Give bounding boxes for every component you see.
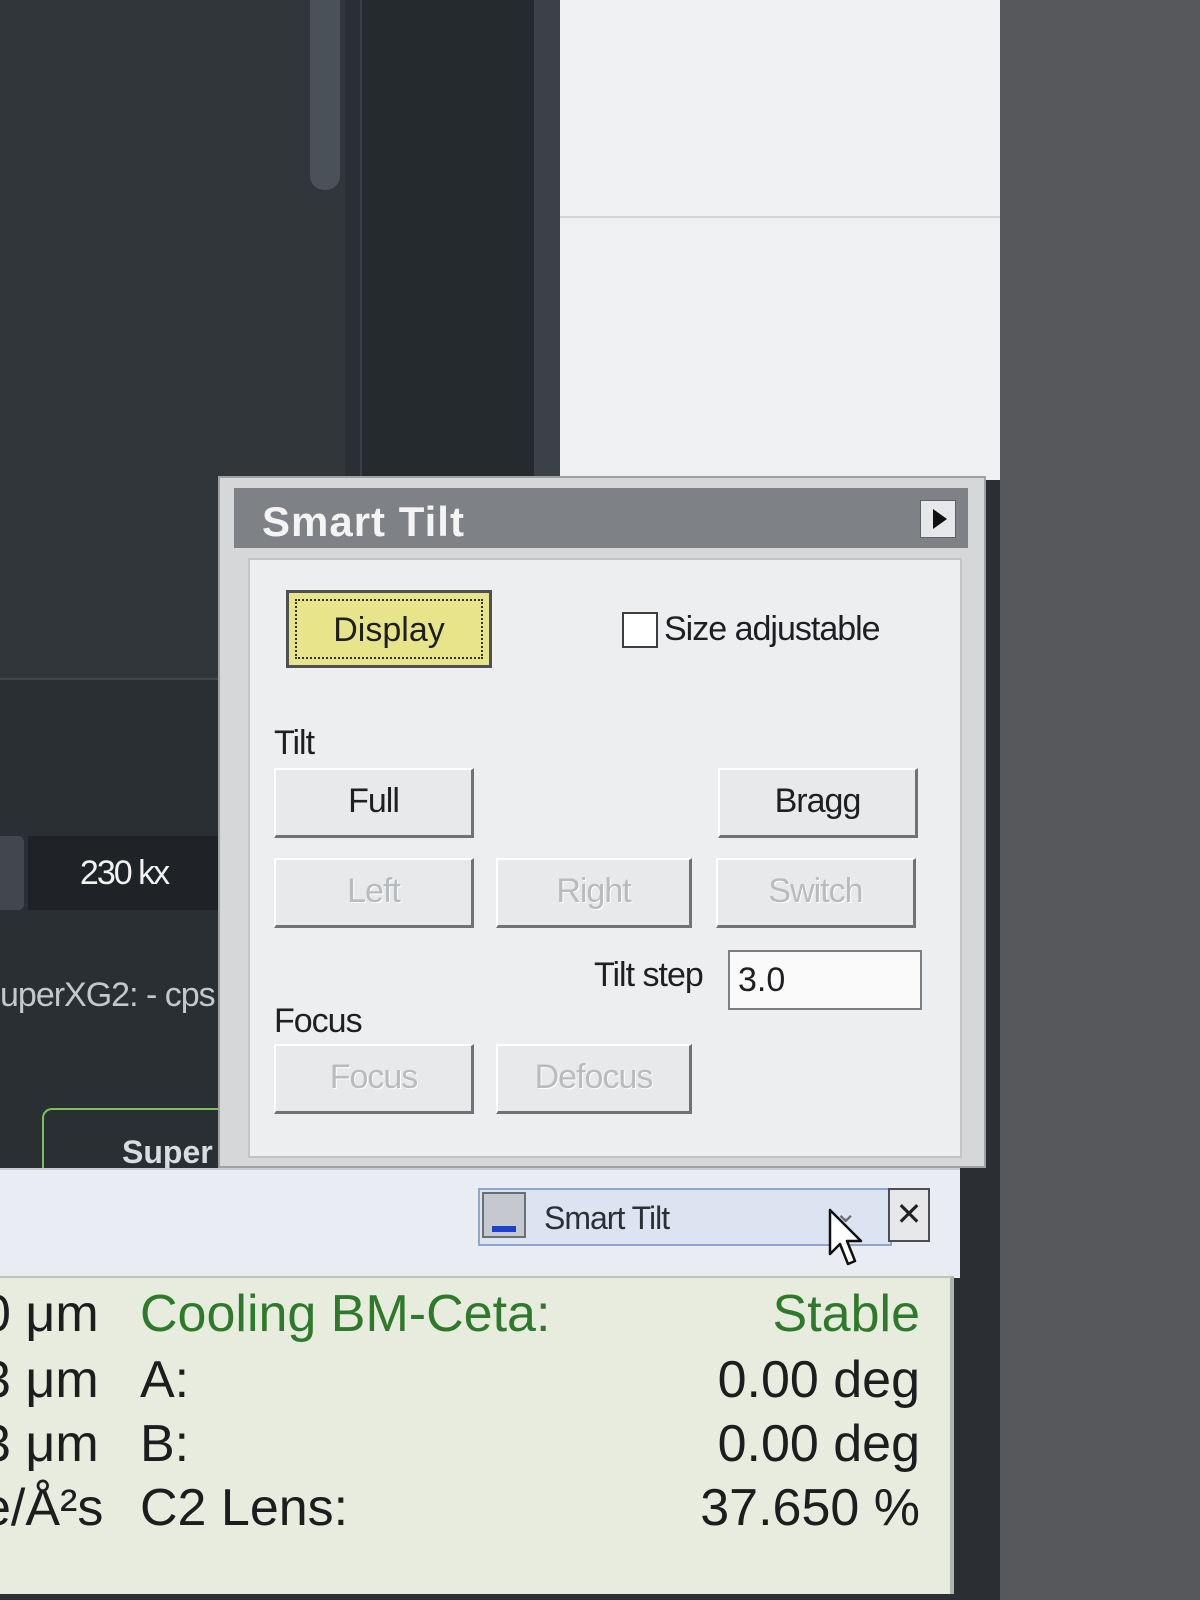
divider	[560, 216, 1000, 218]
window-taskbar: Smart Tilt ⌄ ✕	[0, 1168, 960, 1278]
status-row-c2-lens: e/Å²s C2 Lens: 37.650 %	[0, 1478, 950, 1542]
status-label: B:	[140, 1415, 190, 1473]
window-icon	[482, 1192, 526, 1238]
tilt-step-label: Tilt step	[594, 956, 704, 994]
status-label: A:	[140, 1351, 190, 1409]
status-row-alpha: 3 μm A: 0.00 deg	[0, 1350, 950, 1414]
detector-status-text: uperXG2: - cps	[0, 976, 216, 1014]
defocus-button[interactable]: Defocus	[496, 1044, 692, 1114]
panel-edge	[534, 0, 560, 480]
status-label: Cooling BM-Ceta:	[140, 1285, 551, 1343]
close-icon[interactable]: ✕	[888, 1188, 930, 1242]
status-row-cooling: 0 μm Cooling BM-Ceta: Stable	[0, 1284, 950, 1348]
size-adjustable-label: Size adjustable	[664, 610, 881, 648]
magnification-stepper[interactable]	[0, 836, 24, 910]
white-panel	[560, 0, 1002, 480]
magnification-readout[interactable]: 230 kx	[28, 836, 220, 910]
tilt-step-input[interactable]	[728, 950, 922, 1010]
task-button-label: Smart Tilt	[544, 1200, 670, 1236]
status-value: Stable	[772, 1285, 920, 1343]
display-button-label: Display	[295, 599, 483, 659]
tab-super-label: Super	[122, 1134, 213, 1170]
status-left-value: 3 μm	[0, 1351, 99, 1409]
monitor-bezel	[1000, 0, 1200, 1600]
right-button[interactable]: Right	[496, 858, 692, 928]
status-left-value: 0 μm	[0, 1285, 99, 1343]
mouse-cursor-icon	[828, 1208, 863, 1266]
status-row-beta: 3 μm B: 0.00 deg	[0, 1414, 950, 1478]
expand-arrow-icon[interactable]	[920, 500, 956, 538]
status-value: 37.650 %	[700, 1479, 920, 1537]
focus-group-label: Focus	[274, 1002, 363, 1040]
switch-button[interactable]: Switch	[716, 858, 916, 928]
status-left-value: e/Å²s	[0, 1479, 104, 1537]
dialog-body: Display Size adjustable Tilt Full Bragg …	[248, 558, 962, 1158]
status-value: 0.00 deg	[717, 1351, 920, 1409]
tab-super[interactable]: Super	[42, 1108, 246, 1174]
smart-tilt-dialog: Smart Tilt Display Size adjustable Tilt …	[218, 476, 986, 1168]
dialog-title: Smart Tilt	[262, 498, 465, 545]
status-label: C2 Lens:	[140, 1479, 349, 1537]
bragg-button[interactable]: Bragg	[718, 768, 918, 838]
size-adjustable-checkbox[interactable]	[622, 612, 658, 648]
status-panel: 0 μm Cooling BM-Ceta: Stable 3 μm A: 0.0…	[0, 1276, 954, 1594]
full-button[interactable]: Full	[274, 768, 474, 838]
side-panel	[360, 0, 562, 480]
status-left-value: 3 μm	[0, 1415, 99, 1473]
dialog-titlebar[interactable]: Smart Tilt	[234, 488, 968, 548]
focus-button[interactable]: Focus	[274, 1044, 474, 1114]
scrollbar-thumb[interactable]	[310, 0, 340, 190]
display-button[interactable]: Display	[286, 590, 492, 668]
status-value: 0.00 deg	[717, 1415, 920, 1473]
tilt-group-label: Tilt	[274, 724, 315, 762]
left-button[interactable]: Left	[274, 858, 474, 928]
